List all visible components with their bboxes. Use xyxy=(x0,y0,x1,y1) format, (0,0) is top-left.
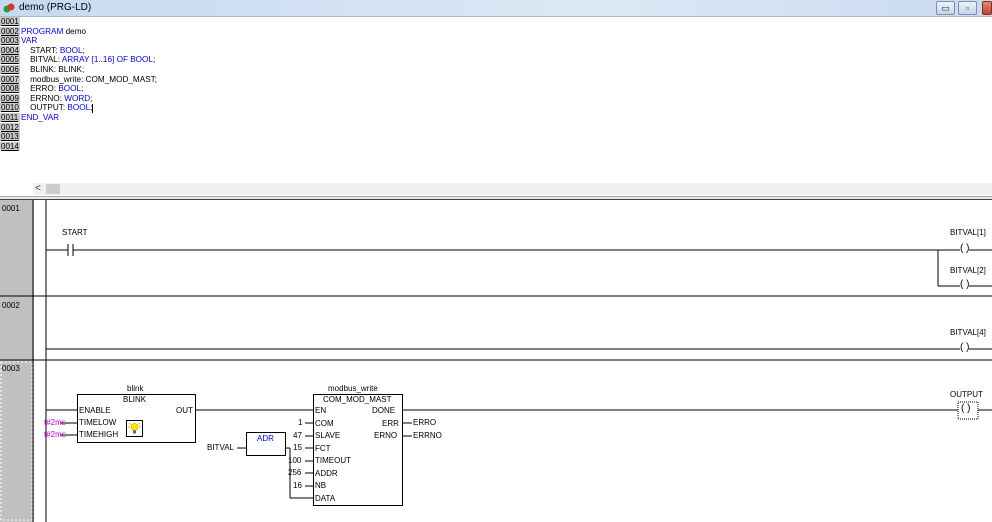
fct-value[interactable]: 15 xyxy=(293,443,302,452)
code-line: BITVAL: ARRAY [1..16] OF BOOL; xyxy=(21,55,156,65)
modbus-output: ERNO xyxy=(374,431,398,440)
line-number: 0002 xyxy=(0,26,20,37)
code-line: END_VAR xyxy=(21,112,60,122)
ladder-editor[interactable]: 0001 0002 0003 START BITVAL[1] ( ) BITVA… xyxy=(0,200,992,522)
network-number: 0003 xyxy=(2,364,20,373)
erno-output-var[interactable]: ERRNO xyxy=(413,431,442,440)
editor-window: demo (PRG-LD) ▭ ▫ 0001 0002 0003 0004 00… xyxy=(0,0,992,522)
modbus-input: EN xyxy=(315,406,327,415)
line-number: 0008 xyxy=(0,84,20,94)
line-number: 0011 xyxy=(0,112,20,123)
line-number-gutter: 0001 0002 0003 0004 0005 0006 0007 0008 … xyxy=(0,17,20,152)
code-line: ERRO: BOOL; xyxy=(21,84,84,94)
coil-bitval2-label[interactable]: BITVAL[2] xyxy=(950,266,986,275)
line-number: 0013 xyxy=(0,132,20,142)
declaration-editor[interactable]: 0001 0002 0003 0004 0005 0006 0007 0008 … xyxy=(0,17,992,183)
adr-operator-box[interactable]: ADR xyxy=(246,432,286,456)
addr-value[interactable]: 256 xyxy=(288,468,301,477)
blink-output-out: OUT xyxy=(176,406,193,415)
code-line: VAR xyxy=(21,36,38,46)
coil-bitval1[interactable]: ( ) xyxy=(960,243,970,254)
blink-instance-name[interactable]: blink xyxy=(127,384,143,393)
slave-value[interactable]: 47 xyxy=(293,431,302,440)
line-number: 0006 xyxy=(0,64,20,75)
modbus-type: COM_MOD_MAST xyxy=(323,395,392,404)
code-line: OUTPUT: BOOL; xyxy=(21,103,94,113)
coil-bitval4[interactable]: ( ) xyxy=(960,342,970,353)
horizontal-scrollbar[interactable]: < xyxy=(33,183,992,195)
timelow-value[interactable]: t#2ms xyxy=(44,418,66,427)
timehigh-value[interactable]: t#2ms xyxy=(44,430,66,439)
modbus-output: DONE xyxy=(372,406,396,415)
nb-value[interactable]: 16 xyxy=(293,481,302,490)
line-number: 0005 xyxy=(0,55,20,65)
scroll-thumb[interactable] xyxy=(46,184,60,194)
line-number: 0003 xyxy=(0,36,20,46)
minimize-button[interactable]: ▭ xyxy=(936,1,955,15)
modbus-function-block[interactable]: COM_MOD_MAST EN COM SLAVE FCT TIMEOUT AD… xyxy=(313,394,403,506)
err-output-var[interactable]: ERRO xyxy=(413,418,436,427)
blink-input-enable: ENABLE xyxy=(79,406,111,415)
modbus-input: NB xyxy=(315,481,327,490)
modbus-input: COM xyxy=(315,419,334,428)
modbus-instance-name[interactable]: modbus_write xyxy=(328,384,378,393)
line-number: 0001 xyxy=(0,17,20,27)
lamp-icon xyxy=(126,420,143,437)
code-line: BLINK: BLINK; xyxy=(21,64,85,74)
line-number: 0004 xyxy=(0,45,20,56)
text-caret xyxy=(92,103,94,113)
title-bar: demo (PRG-LD) ▭ ▫ xyxy=(0,0,992,17)
code-line: PROGRAM demo xyxy=(21,26,87,36)
adr-label: ADR xyxy=(257,434,274,443)
coil-bitval4-label[interactable]: BITVAL[4] xyxy=(950,328,986,337)
coil-output-label[interactable]: OUTPUT xyxy=(950,390,983,399)
network-number: 0001 xyxy=(2,204,20,213)
line-number: 0010 xyxy=(0,103,20,113)
modbus-input: DATA xyxy=(315,494,336,503)
adr-input-label[interactable]: BITVAL xyxy=(207,443,234,452)
coil-bitval1-label[interactable]: BITVAL[1] xyxy=(950,228,986,237)
program-icon xyxy=(3,3,15,13)
blink-input-timehigh: TIMEHIGH xyxy=(79,430,119,439)
maximize-button[interactable]: ▫ xyxy=(958,1,977,15)
line-number: 0007 xyxy=(0,74,20,85)
modbus-input: ADDR xyxy=(315,469,338,478)
code-line: modbus_write: COM_MOD_MAST; xyxy=(21,74,158,84)
modbus-output: ERR xyxy=(382,419,399,428)
blink-type: BLINK xyxy=(123,395,147,404)
modbus-input: FCT xyxy=(315,444,331,453)
modbus-input: TIMEOUT xyxy=(315,456,351,465)
network-number: 0002 xyxy=(2,301,20,310)
window-title: demo (PRG-LD) xyxy=(19,2,92,13)
code-line: ERRNO: WORD; xyxy=(21,93,93,103)
contact-start-label[interactable]: START xyxy=(62,228,87,237)
line-number: 0012 xyxy=(0,122,20,133)
modbus-input: SLAVE xyxy=(315,431,341,440)
coil-output[interactable]: ( ) xyxy=(961,403,970,414)
timeout-value[interactable]: 100 xyxy=(288,456,301,465)
blink-function-block[interactable]: BLINK ENABLE TIMELOW TIMEHIGH OUT xyxy=(77,394,196,443)
line-number: 0009 xyxy=(0,93,20,104)
line-number: 0014 xyxy=(0,141,20,152)
com-value[interactable]: 1 xyxy=(298,418,302,427)
coil-bitval2[interactable]: ( ) xyxy=(960,279,970,290)
blink-input-timelow: TIMELOW xyxy=(79,418,117,427)
code-line: START: BOOL; xyxy=(21,45,85,55)
close-button[interactable] xyxy=(982,1,992,15)
scroll-left-icon[interactable]: < xyxy=(35,183,41,195)
code-text[interactable]: PROGRAM demo VAR START: BOOL; BITVAL: ARR… xyxy=(21,17,157,123)
ladder-wiring xyxy=(0,200,992,522)
